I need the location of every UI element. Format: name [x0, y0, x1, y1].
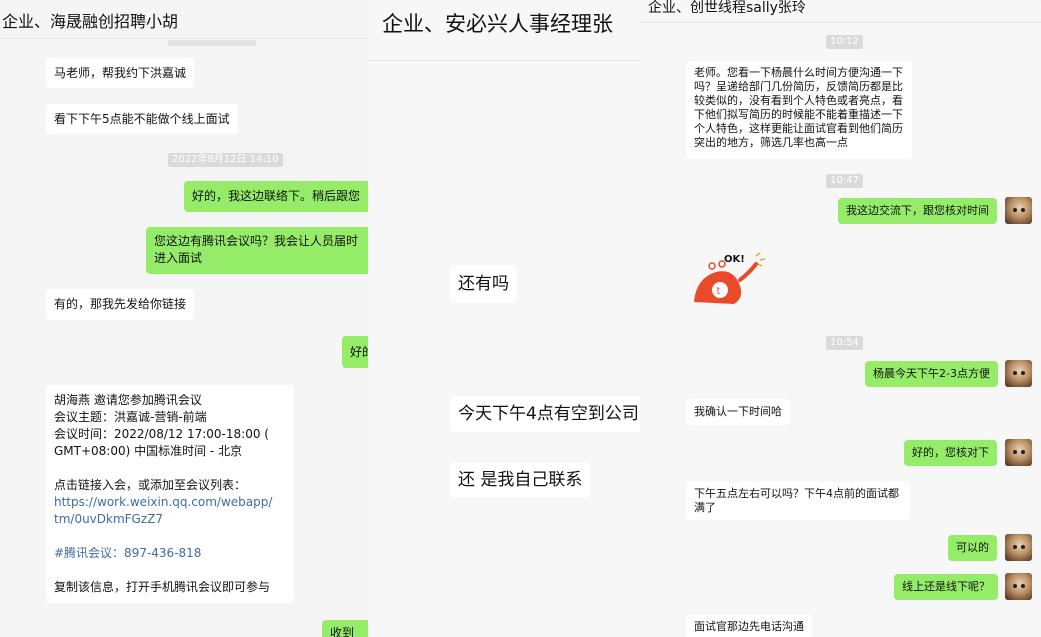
cut-timestamp — [168, 40, 256, 46]
sticker-claw — [738, 262, 758, 282]
chat-title: 企业、安必兴人事经理张 — [382, 12, 613, 36]
sticker-eye — [708, 262, 716, 270]
meeting-link[interactable]: https://work.weixin.qq.com/webapp/ — [54, 494, 286, 511]
divider — [368, 60, 640, 61]
message-text-line: 下他们拟写简历的时候能不能着重描述一下 — [694, 108, 903, 121]
avatar[interactable] — [1005, 439, 1032, 466]
meeting-topic: 会议主题：洪嘉诚-营销-前端 — [54, 410, 207, 424]
message-text: 可以的 — [956, 541, 989, 554]
message-text: 好的，我这边联络下。稍后跟您 — [192, 189, 361, 203]
message-out[interactable]: 您这边有腾讯会议吗？我会让人员届时 进入面试 — [146, 227, 368, 274]
avatar[interactable] — [1005, 197, 1032, 224]
timestamp: 10:12 — [826, 35, 863, 49]
message-text: 我这边交流下，跟您核对时间 — [846, 204, 989, 217]
message-text-line: 进入面试 — [154, 251, 203, 265]
message-text-line: 吗？呈递给部门几份简历，反馈简历都是比 — [694, 80, 903, 93]
message-text: 杨晨今天下午2-3点方便 — [873, 367, 990, 380]
divider — [0, 38, 368, 39]
message-text: 马老师，帮我约下洪嘉诚 — [54, 66, 187, 80]
message-text: 好的，您核对下 — [912, 446, 989, 459]
message-out[interactable]: 可以的 — [948, 535, 997, 561]
message-text: 收到 — [330, 626, 355, 637]
message-text-line: 突出的地方，筛选几率也高一点 — [694, 136, 848, 149]
message-text: 还 是我自己联系 — [458, 470, 583, 490]
message-in[interactable]: 老师。您看一下杨晨什么时间方便沟通一下 吗？呈递给部门几份简历，反馈简历都是比 … — [686, 61, 912, 159]
message-text: 看下下午5点能不能做个线上面试 — [54, 112, 230, 126]
message-in[interactable]: 面试官那边先电话沟通 — [686, 614, 812, 637]
meeting-time: 会议时间：2022/08/12 17:00-18:00 ( — [54, 427, 269, 441]
message-in[interactable]: 今天下午4点有空到公司 — [450, 396, 640, 432]
meeting-id-link[interactable]: #腾讯会议：897-436-818 — [54, 545, 286, 562]
message-out[interactable]: 杨晨今天下午2-3点方便 — [865, 361, 998, 387]
message-out[interactable]: 好的，您核对下 — [904, 440, 997, 466]
message-in[interactable]: 马老师，帮我约下洪嘉诚 — [46, 58, 195, 88]
message-in[interactable]: 还 是我自己联系 — [450, 462, 591, 498]
message-text-line: 满了 — [694, 501, 716, 514]
chat-panel-middle: 企业、安必兴人事经理张 还有吗 今天下午4点有空到公司 还 是我自己联系 — [368, 0, 640, 637]
message-text: 我确认一下时间哈 — [694, 405, 782, 418]
message-text: 好的 — [350, 345, 368, 359]
message-out[interactable]: 好的 — [342, 336, 368, 368]
message-out[interactable]: 好的，我这边联络下。稍后跟您 — [184, 181, 368, 212]
message-in[interactable]: 我确认一下时间哈 — [686, 399, 790, 425]
message-text: 面试官那边先电话沟通 — [694, 620, 804, 633]
meeting-link[interactable]: tm/0uvDkmFGzZ7 — [54, 511, 286, 528]
message-in[interactable]: 有的，那我先发给你链接 — [46, 289, 195, 320]
chat-title: 企业、创世线程sally张玲 — [648, 0, 806, 16]
message-text-line: 下午五点左右可以吗？下午4点前的面试都 — [694, 487, 899, 500]
message-text-line: 个人特色，这样更能让面试官看到他们简历 — [694, 122, 903, 135]
message-text: 还有吗 — [458, 274, 509, 294]
meeting-invite-card[interactable]: 胡海燕 邀请您参加腾讯会议 会议主题：洪嘉诚-营销-前端 会议时间：2022/0… — [46, 385, 294, 603]
divider — [640, 22, 1041, 23]
message-text-line: 较类似的，没有看到个人特色或者亮点，看 — [694, 94, 903, 107]
message-out[interactable]: 收到 — [322, 620, 368, 637]
message-text: 有的，那我先发给你链接 — [54, 297, 187, 311]
avatar[interactable] — [1005, 573, 1032, 600]
message-text-line: 老师。您看一下杨晨什么时间方便沟通一下 — [694, 66, 903, 79]
message-in[interactable]: 还有吗 — [450, 266, 517, 302]
message-in[interactable]: 看下下午5点能不能做个线上面试 — [46, 104, 238, 134]
message-text: 今天下午4点有空到公司 — [458, 404, 639, 424]
ok-crab-sticker[interactable]: t OK! — [690, 250, 770, 308]
invite-line: 胡海燕 邀请您参加腾讯会议 — [54, 393, 202, 407]
message-text: 线上还是线下呢？ — [902, 580, 990, 593]
avatar[interactable] — [1005, 534, 1032, 561]
chat-panel-left: 企业、海晟融创招聘小胡 马老师，帮我约下洪嘉诚 看下下午5点能不能做个线上面试 … — [0, 0, 368, 637]
chat-title: 企业、海晟融创招聘小胡 — [2, 12, 179, 31]
sticker-ok-text: OK! — [724, 254, 745, 265]
copy-instruction: 复制该信息，打开手机腾讯会议即可参与 — [54, 580, 271, 594]
chat-panel-right: 企业、创世线程sally张玲 10:12 老师。您看一下杨晨什么时间方便沟通一下… — [640, 0, 1041, 637]
sticker-shell-letter: t — [717, 286, 721, 297]
message-out[interactable]: 线上还是线下呢？ — [894, 574, 998, 600]
avatar[interactable] — [1005, 360, 1032, 387]
meeting-time-zone: GMT+08:00) 中国标准时间 - 北京 — [54, 444, 243, 458]
message-in[interactable]: 下午五点左右可以吗？下午4点前的面试都 满了 — [686, 482, 910, 520]
message-text-line: 您这边有腾讯会议吗？我会让人员届时 — [154, 234, 359, 248]
timestamp: 10:47 — [826, 174, 863, 188]
timestamp: 2022年8月12日 14:10 — [168, 153, 283, 167]
join-instruction: 点击链接入会，或添加至会议列表： — [54, 478, 247, 492]
timestamp: 10:54 — [826, 336, 863, 350]
message-out[interactable]: 我这边交流下，跟您核对时间 — [838, 198, 997, 224]
